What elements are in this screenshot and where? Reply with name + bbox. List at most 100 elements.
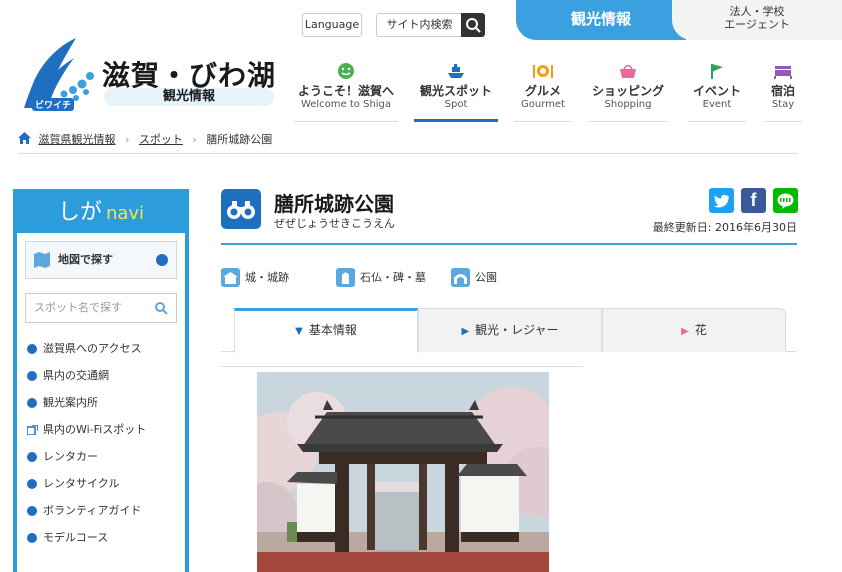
category-label: 城・城跡	[245, 271, 289, 284]
gnav-shopping-jp: ショッピング	[591, 84, 664, 98]
category-park[interactable]: 公園	[451, 268, 497, 288]
boat-icon	[448, 64, 464, 78]
tab-corporate-agent[interactable]: 法人・学校 エージェント	[672, 0, 842, 40]
bullet-arrow-icon	[27, 479, 37, 489]
breadcrumb-separator: ›	[192, 133, 197, 146]
sidebar-item-access[interactable]: 滋賀県へのアクセス	[25, 341, 177, 368]
facebook-share-button[interactable]: f	[741, 188, 766, 213]
binoculars-icon	[221, 189, 261, 229]
site-logo[interactable]: ビワイチ 滋賀・びわ湖 観光情報	[18, 36, 278, 114]
breadcrumb-spot[interactable]: スポット	[139, 133, 183, 146]
sidebar-item-label: モデルコース	[43, 531, 109, 544]
gnav-gourmet[interactable]: グルメ Gourmet	[514, 58, 572, 122]
castle-icon	[221, 268, 240, 287]
basket-icon	[620, 64, 636, 78]
gnav-event-jp: イベント	[692, 84, 741, 98]
bullet-arrow-icon	[27, 452, 37, 462]
site-search-button[interactable]	[461, 13, 485, 37]
breadcrumb-current: 膳所城跡公園	[206, 133, 273, 146]
gnav-gourmet-en: Gourmet	[521, 99, 565, 110]
search-icon	[466, 18, 481, 33]
sidebar-item-wifi[interactable]: 県内のWi-Fiスポット	[25, 422, 177, 449]
gnav-welcome[interactable]: ようこそ！滋賀へ Welcome to Shiga	[294, 58, 398, 122]
spot-name-search-input[interactable]: スポット名で探す	[25, 293, 177, 323]
sidebar-item-rentacar[interactable]: レンタカー	[25, 449, 177, 476]
sidebar-item-label: レンタサイクル	[43, 477, 120, 490]
gnav-stay-jp: 宿泊	[770, 84, 795, 98]
spot-search-placeholder: スポット名で探す	[34, 301, 122, 314]
gnav-spot[interactable]: 観光スポット Spot	[414, 58, 498, 122]
bullet-arrow-icon	[27, 371, 37, 381]
logo-subtitle: 観光情報	[104, 88, 274, 106]
global-nav: ようこそ！滋賀へ Welcome to Shiga 観光スポット Spot グル…	[294, 58, 842, 124]
gnav-event[interactable]: イベント Event	[688, 58, 746, 122]
gnav-shopping[interactable]: ショッピング Shopping	[588, 58, 668, 122]
gnav-welcome-jp: ようこそ！滋賀へ	[297, 84, 394, 98]
spot-photo	[257, 372, 549, 572]
category-castle[interactable]: 城・城跡	[221, 268, 289, 288]
tab-agent-line2: エージェント	[724, 18, 790, 31]
sidebar-item-volunteer-guide[interactable]: ボランティアガイド	[25, 503, 177, 530]
tab-label: 基本情報	[308, 323, 357, 337]
tab-label: 観光・レジャー	[475, 323, 559, 337]
sidebar-links: 滋賀県へのアクセス 県内の交通網 観光案内所 県内のWi-Fiスポット レンタカ…	[25, 341, 177, 557]
page-title: 膳所城跡公園	[274, 192, 394, 216]
triangle-right-icon: ▶	[681, 326, 689, 337]
sidebar-item-info-center[interactable]: 観光案内所	[25, 395, 177, 422]
tab-tourism-info[interactable]: 観光情報	[516, 0, 686, 40]
site-search-input[interactable]: サイト内検索	[376, 13, 462, 37]
sidebar-shiga-navi: しが navi 地図で探す スポット名で探す 滋賀県へのアクセス 県内の交通網 観…	[13, 189, 189, 572]
gnav-stay[interactable]: 宿泊 Stay	[764, 58, 802, 122]
bullet-arrow-icon	[27, 506, 37, 516]
gnav-spot-jp: 観光スポット	[419, 84, 492, 98]
external-link-icon	[27, 425, 38, 435]
gnav-welcome-en: Welcome to Shiga	[300, 99, 392, 110]
map-search-button[interactable]: 地図で探す	[25, 241, 177, 279]
sidebar-heading-navi: navi	[105, 203, 145, 224]
language-button[interactable]: Language	[302, 13, 362, 37]
sidebar-item-label: 県内の交通網	[43, 369, 109, 382]
gnav-shopping-en: Shopping	[604, 99, 652, 110]
sidebar-item-label: 観光案内所	[43, 396, 98, 409]
tab-flowers[interactable]: ▶ 花	[602, 308, 786, 352]
gnav-event-en: Event	[702, 99, 732, 110]
tab-agent-line1: 法人・学校	[729, 5, 785, 18]
last-updated: 最終更新日: 2016年6月30日	[652, 221, 797, 234]
twitter-share-button[interactable]	[709, 188, 734, 213]
search-icon[interactable]	[154, 301, 168, 315]
sidebar-item-label: 県内のWi-Fiスポット	[43, 423, 147, 436]
tab-label: 花	[694, 323, 707, 337]
gnav-stay-en: Stay	[771, 99, 795, 110]
map-icon	[34, 252, 50, 268]
tab-sightseeing-leisure[interactable]: ▶ 観光・レジャー	[418, 308, 602, 352]
breadcrumb: 滋賀県観光情報 › スポット › 膳所城跡公園	[18, 132, 798, 154]
sidebar-item-transport[interactable]: 県内の交通網	[25, 368, 177, 395]
bullet-arrow-icon	[27, 344, 37, 354]
breadcrumb-separator: ›	[125, 133, 130, 146]
bed-icon	[774, 66, 792, 79]
sidebar-heading: しが navi	[17, 191, 185, 233]
page-title-reading: ぜぜじょうせきこうえん	[274, 217, 395, 230]
smile-icon	[338, 63, 354, 79]
facebook-icon: f	[750, 190, 757, 210]
breadcrumb-home[interactable]: 滋賀県観光情報	[39, 133, 116, 146]
category-label: 石仏・碑・墓	[360, 271, 426, 284]
gnav-gourmet-jp: グルメ	[524, 84, 561, 98]
sidebar-body: 地図で探す スポット名で探す 滋賀県へのアクセス 県内の交通網 観光案内所 県内…	[17, 233, 185, 572]
monument-icon	[336, 268, 355, 287]
sidebar-item-model-course[interactable]: モデルコース	[25, 530, 177, 557]
sidebar-item-label: ボランティアガイド	[43, 504, 142, 517]
sidebar-item-label: 滋賀県へのアクセス	[43, 342, 142, 355]
logo-mascot-label: ビワイチ	[32, 98, 75, 111]
chevron-right-icon	[156, 254, 168, 266]
divider	[221, 243, 797, 245]
category-stone-monument[interactable]: 石仏・碑・墓	[336, 268, 426, 288]
sidebar-item-label: レンタカー	[43, 450, 98, 463]
home-icon	[18, 132, 31, 144]
sidebar-item-rentacycle[interactable]: レンタサイクル	[25, 476, 177, 503]
line-share-button[interactable]	[773, 188, 798, 213]
triangle-right-icon: ▶	[461, 326, 470, 337]
divider	[221, 366, 583, 367]
category-label: 公園	[475, 271, 497, 284]
tab-basic-info[interactable]: ▼ 基本情報	[234, 308, 418, 353]
